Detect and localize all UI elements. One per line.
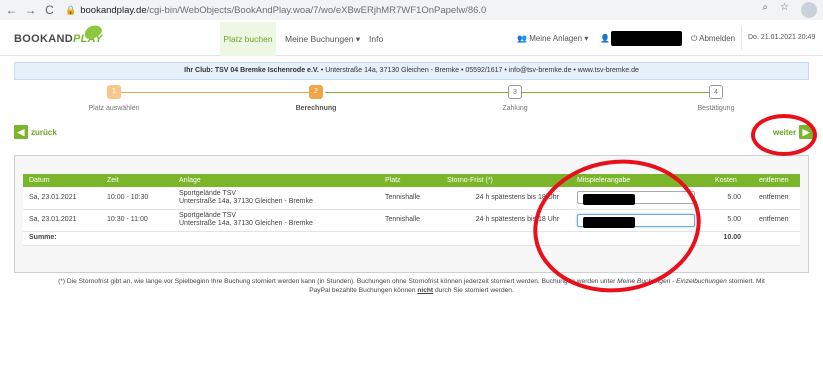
footnote-text-1: (*) Die Stornofrist gibt an, wie lange v… [58,278,616,285]
cell-platz: Tennishalle [379,209,441,232]
users-icon: 👥 [517,34,530,43]
url-host: bookandplay.de [80,4,147,16]
cell-zeit: 10:00 - 10:30 [101,187,173,210]
cell-datum: Sa, 23.01.2021 [23,209,101,232]
back-label: zurück [31,127,57,137]
zoom-icon[interactable]: ⌕ [762,2,768,18]
remove-link[interactable]: entfernen [753,209,800,232]
col-platz: Platz [379,174,441,187]
sum-value: 10.00 [709,231,753,246]
cell-platz: Tennishalle [379,187,441,210]
app-navbar: BOOKANDPLAY Platz buchen Meine Buchungen… [0,22,823,56]
nav-meine-anlagen[interactable]: 👥 Meine Anlagen ▾ [517,22,588,56]
anlage-name: Sportgelände TSV [179,189,237,197]
user-menu[interactable]: 👤 [600,22,610,56]
power-icon: ⏻ [691,34,700,43]
anlage-name: Sportgelände TSV [179,212,237,219]
meine-anlagen-label: Meine Anlagen ▾ [529,34,589,43]
forward-arrow-icon[interactable]: → [23,3,38,17]
step-2-marker: 2 [309,85,323,99]
step-2-label: Berechnung [295,105,337,112]
cell-anlage: Sportgelände TSV Unterstraße 14a, 37130 G… [173,187,379,210]
cell-anlage: Sportgelände TSV Unterstraße 14a, 37130 G… [173,209,379,232]
club-info-bar: Ihr Club: TSV 04 Bremke Ischenrode e.V. … [14,62,809,80]
back-button[interactable]: ◀ zurück [14,124,57,140]
cell-kosten: 5.00 [709,209,753,232]
cell-datum: Sa, 23.01.2021 [23,187,101,210]
step-1-marker[interactable]: 1 [107,85,121,99]
cell-kosten: 5.00 [709,187,753,210]
address-bar[interactable]: bookandplay.de/cgi-bin/WebObjects/BookAn… [80,5,486,16]
logout-label: Abmelden [699,34,736,43]
sum-empty [753,231,800,246]
club-name: Ihr Club: TSV 04 Bremke Ischenrode e.V. [184,67,319,74]
current-datetime: Do. 21.01.2021 20:49 [741,26,815,50]
browser-toolbar: ← → C 🔒 bookandplay.de/cgi-bin/WebObject… [0,0,823,20]
back-arrow-icon[interactable]: ← [4,3,19,17]
footnote-text-4: durch Sie storniert werden. [434,287,514,294]
step-connector-2 [325,92,508,93]
col-datum: Datum [23,174,101,187]
club-details: • Unterstraße 14a, 37130 Gleichen - Brem… [320,67,639,74]
star-icon[interactable]: ☆ [780,2,789,18]
url-path: /cgi-bin/WebObjects/BookAndPlay.woa/7/wo… [146,4,487,16]
chevron-left-icon: ◀ [14,125,28,139]
profile-avatar[interactable] [801,2,817,18]
col-storno: Storno-Frist (*) [441,174,571,187]
logo-book-text: BOOKAND [14,33,73,45]
col-zeit: Zeit [101,174,173,187]
lock-icon: 🔒 [65,4,77,15]
footnote-text-3: PayPal bezahlte Buchungen können [309,287,416,294]
user-icon: 👤 [600,34,610,43]
nav-platz-buchen[interactable]: Platz buchen [220,22,276,56]
annotation-circle-next [751,114,817,156]
step-4-label: Bestätigung [697,105,735,112]
footnote-emphasis: nicht [417,287,434,294]
anlage-address: Unterstraße 14a, 37130 Gleichen - Bremke [179,220,313,227]
step-3-label: Zahlung [502,105,528,112]
col-entfernen: entfernen [753,174,800,187]
step-4-marker: 4 [709,85,723,99]
cell-zeit: 10:30 - 11:00 [101,209,173,232]
storno-footnote: (*) Die Stornofrist gibt an, wie lange v… [0,277,823,295]
nav-info[interactable]: Info [369,22,383,56]
step-1-label: Platz auswählen [88,105,140,112]
col-kosten: Kosten [709,174,753,187]
step-3-marker: 3 [508,85,522,99]
col-anlage: Anlage [173,174,379,187]
footnote-text-2: storniert. Mit [728,278,765,285]
redacted-username [611,31,682,46]
remove-link[interactable]: entfernen [753,187,800,210]
logout-button[interactable]: ⏻ Abmelden [691,22,735,56]
step-connector-1 [121,92,311,93]
nav-meine-buchungen[interactable]: Meine Buchungen ▾ [285,22,360,56]
reload-icon[interactable]: C [42,3,57,17]
anlage-address: Unterstraße 14a, 37130 Gleichen - Bremke [179,197,313,205]
step-connector-3 [522,92,709,93]
